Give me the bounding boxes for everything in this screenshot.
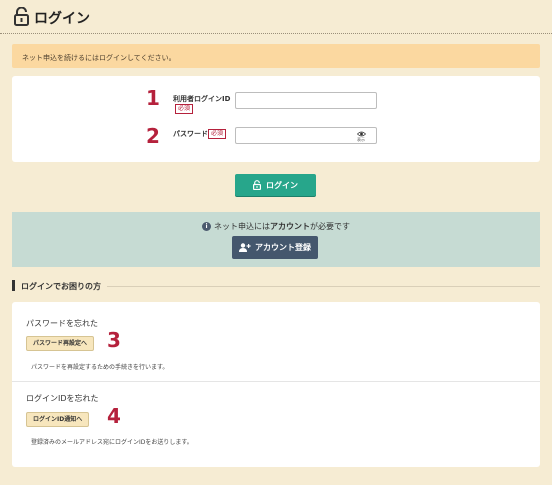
password-label: パスワード xyxy=(173,130,208,138)
unlock-icon xyxy=(14,6,29,26)
forgot-id-title: ログインIDを忘れた xyxy=(26,394,99,403)
login-button[interactable]: ログイン xyxy=(235,174,316,196)
trouble-heading-text: ログインでお困りの方 xyxy=(21,282,101,291)
trouble-section-heading: ログインでお困りの方 xyxy=(12,280,540,292)
create-account-button[interactable]: アカウント登録 xyxy=(232,236,318,259)
show-password-label: 表示 xyxy=(357,137,365,142)
help-divider xyxy=(12,381,540,382)
annotation-number-2: 2 xyxy=(146,124,160,148)
signup-panel: i ネット申込には アカウント が必要です アカウント登録 xyxy=(12,212,540,267)
page-header: ログイン xyxy=(0,0,552,34)
userid-required-badge: 必須 xyxy=(175,104,194,114)
trouble-help-card: パスワードを忘れた パスワード再設定へ 3 パスワードを再設定するための手続きを… xyxy=(12,302,540,467)
info-icon: i xyxy=(202,222,211,231)
password-reset-description: パスワードを再設定するための手続きを行います。 xyxy=(31,364,169,371)
page-title: ログイン xyxy=(34,11,90,27)
signup-message: i ネット申込には アカウント が必要です xyxy=(12,221,540,232)
signup-message-bold: アカウント xyxy=(270,222,310,231)
id-notify-description: 登録済みのメールアドレス宛にログインIDをお送りします。 xyxy=(31,439,193,446)
signup-message-suffix: が必要です xyxy=(310,222,350,231)
annotation-number-1: 1 xyxy=(146,86,160,110)
heading-bar xyxy=(12,280,15,291)
password-input[interactable]: 表示 xyxy=(235,127,377,144)
show-password-toggle[interactable]: 表示 xyxy=(357,131,366,142)
id-notify-button[interactable]: ログインID通知へ xyxy=(26,412,90,427)
create-account-label: アカウント登録 xyxy=(255,243,311,252)
userid-label: 利用者ログインID xyxy=(173,95,231,103)
signup-message-prefix: ネット申込には xyxy=(214,222,270,231)
login-button-label: ログイン xyxy=(266,180,298,190)
password-reset-button[interactable]: パスワード再設定へ xyxy=(26,336,95,351)
annotation-number-4: 4 xyxy=(107,404,121,428)
unlock-icon xyxy=(253,180,261,190)
forgot-password-title: パスワードを忘れた xyxy=(26,319,98,328)
password-required-badge: 必須 xyxy=(208,129,227,139)
heading-divider xyxy=(107,286,540,287)
annotation-number-3: 3 xyxy=(107,328,121,352)
login-form: 1 利用者ログインID 必須 2 パスワード 必須 表示 xyxy=(12,76,540,162)
userid-input[interactable] xyxy=(235,92,377,109)
user-plus-icon xyxy=(239,243,251,252)
login-notice: ネット申込を続けるにはログインしてください。 xyxy=(12,44,540,68)
